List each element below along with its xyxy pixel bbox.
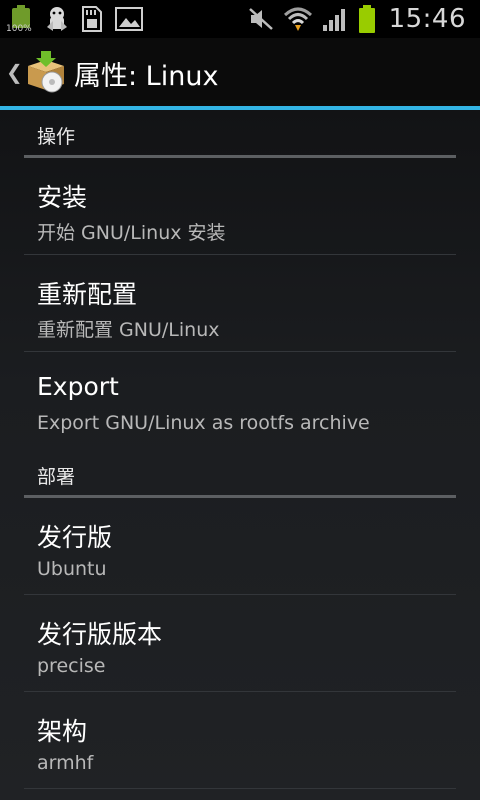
item-summary: Ubuntu (37, 558, 107, 580)
item-summary: armhf (37, 752, 94, 774)
item-title: 发行版 (37, 523, 113, 552)
list-item-architecture[interactable]: 架构 armhf (24, 692, 456, 789)
item-summary: 开始 GNU/Linux 安装 (37, 222, 226, 244)
status-bar: 100% 15:46 (0, 0, 480, 38)
image-icon (114, 6, 144, 32)
list-item-distribution[interactable]: 发行版 Ubuntu (24, 498, 456, 595)
section-header-deployment: 部署 (24, 450, 456, 498)
signal-icon (321, 5, 349, 33)
status-time: 15:46 (388, 4, 466, 34)
up-navigation-icon[interactable]: ❮ (6, 60, 23, 84)
page-title: 属性: Linux (74, 61, 219, 92)
action-bar: ❮ 属性: Linux (0, 38, 480, 106)
item-title: 发行版版本 (37, 620, 163, 649)
list-item-export[interactable]: Export Export GNU/Linux as rootfs archiv… (24, 352, 456, 449)
item-summary: 重新配置 GNU/Linux (37, 319, 220, 341)
section-header-label: 部署 (37, 466, 76, 488)
item-title: 安装 (37, 183, 88, 212)
section-header-label: 操作 (37, 126, 76, 148)
preferences-list[interactable]: 操作 安装 开始 GNU/Linux 安装 重新配置 重新配置 GNU/Linu… (0, 110, 480, 800)
item-title: 架构 (37, 717, 88, 746)
section-header-operations: 操作 (24, 110, 456, 158)
item-summary: precise (37, 655, 106, 677)
list-item-install[interactable]: 安装 开始 GNU/Linux 安装 (24, 158, 456, 255)
status-bar-notifications: 100% (6, 2, 144, 36)
list-item-reconfigure[interactable]: 重新配置 重新配置 GNU/Linux (24, 255, 456, 352)
app-icon[interactable] (24, 50, 68, 94)
item-title: 重新配置 (37, 280, 138, 309)
item-title: Export (37, 372, 119, 401)
wifi-icon (283, 5, 313, 33)
battery-small-icon: 100% (6, 2, 34, 36)
list-item-distribution-suite[interactable]: 发行版版本 precise (24, 595, 456, 692)
status-bar-system: 15:46 (247, 0, 466, 38)
sd-card-icon (80, 5, 104, 33)
mute-icon (247, 6, 275, 32)
battery-small-label: 100% (6, 24, 32, 34)
battery-icon (357, 4, 377, 34)
item-summary: Export GNU/Linux as rootfs archive (37, 412, 370, 434)
android-icon (44, 5, 70, 33)
